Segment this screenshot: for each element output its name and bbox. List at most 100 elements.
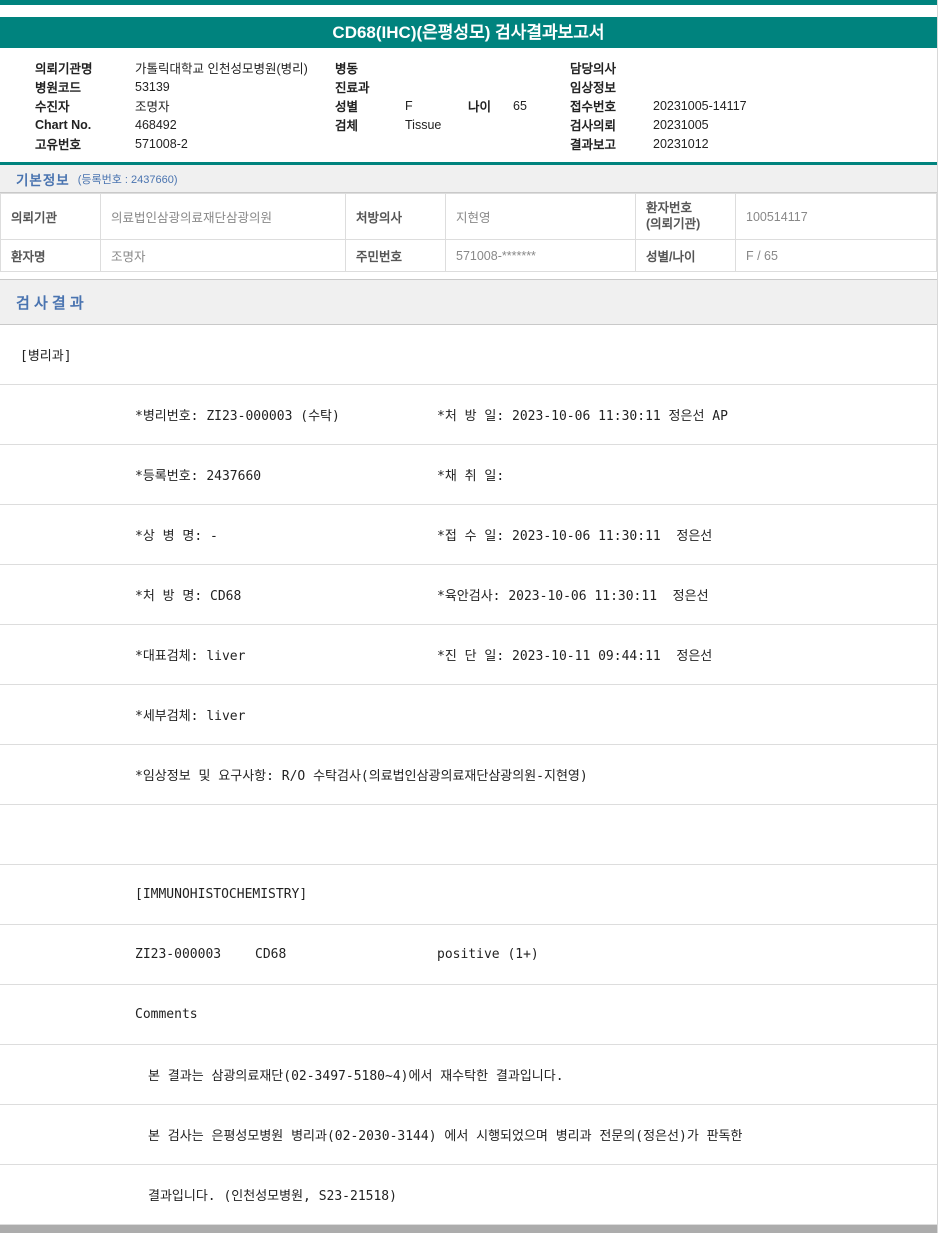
patient-header-col3: 담당의사 임상정보 접수번호 20231005-14117 검사의뢰 2023100…	[570, 58, 747, 153]
field-label: 병동	[335, 62, 359, 76]
department-row: [병리과]	[0, 325, 937, 385]
cell-label: 주민번호	[345, 239, 446, 272]
field-label: 수진자	[35, 100, 70, 114]
result-line-right: *진 단 일: 2023-10-11 09:44:11 정은선	[437, 649, 713, 664]
result-line: *상 병 명: - *접 수 일: 2023-10-06 11:30:11 정은선	[0, 505, 937, 565]
cell-value: 지현영	[445, 193, 636, 240]
results-title: 검 사 결 과	[16, 294, 84, 312]
header-field: 임상정보	[570, 77, 747, 96]
ihc-header-row: [IMMUNOHISTOCHEMISTRY]	[0, 865, 937, 925]
cell-value: 100514117	[735, 193, 937, 240]
comment-text: 결과입니다. (인천성모병원, S23-21518)	[148, 1189, 397, 1204]
field-value: 468492	[135, 117, 177, 132]
ihc-result-row: ZI23-000003 CD68 positive (1+)	[0, 925, 937, 985]
cell-label: 의뢰기관	[0, 193, 101, 240]
basic-info-title: 기본정보	[16, 172, 70, 188]
top-accent-bar	[0, 0, 937, 5]
ihc-test-name: CD68	[255, 947, 287, 962]
patient-header: 의뢰기관명 가톨릭대학교 인천성모병원(병리) 병원코드 53139 수진자 조명자 …	[0, 48, 937, 162]
field-label: 의뢰기관명	[35, 62, 93, 76]
field-label: 접수번호	[570, 100, 617, 114]
cell-label: 처방의사	[345, 193, 446, 240]
result-line: *대표검체: liver *진 단 일: 2023-10-11 09:44:11 …	[0, 625, 937, 685]
result-line-right: *처 방 일: 2023-10-06 11:30:11 정은선 AP	[437, 409, 728, 424]
cell-label: 성별/나이	[635, 239, 736, 272]
comments-label-row: Comments	[0, 985, 937, 1045]
table-row: 의뢰기관 의료법인삼광의료재단삼광의원 처방의사 지현영 환자번호 (의뢰기관)…	[0, 193, 937, 240]
result-line-left: *병리번호: ZI23-000003 (수탁)	[135, 409, 340, 424]
field-label: 고유번호	[35, 138, 82, 152]
header-field: 담당의사	[570, 58, 747, 77]
header-field: 병동	[335, 58, 527, 77]
result-line: *처 방 명: CD68 *육안검사: 2023-10-06 11:30:11 정…	[0, 565, 937, 625]
header-field: 결과보고 20231012	[570, 134, 747, 153]
field-value: 65	[513, 98, 527, 113]
field-label: 나이	[468, 100, 492, 114]
cell-label: 환자명	[0, 239, 101, 272]
field-value: 20231005	[653, 117, 709, 132]
field-label: 검사의뢰	[570, 119, 617, 133]
result-line: *병리번호: ZI23-000003 (수탁) *처 방 일: 2023-10-0…	[0, 385, 937, 445]
result-line: *임상정보 및 요구사항: R/O 수탁검사(의료법인삼광의료재단삼광의원-지현…	[0, 745, 937, 805]
results-section-header: 검 사 결 과	[0, 279, 937, 325]
cell-label: 환자번호 (의뢰기관)	[635, 193, 736, 240]
field-value: 53139	[135, 79, 170, 94]
cell-value: 의료법인삼광의료재단삼광의원	[100, 193, 346, 240]
field-label: 담당의사	[570, 62, 617, 76]
table-row: 환자명 조명자 주민번호 571008-******* 성별/나이 F / 65	[0, 239, 937, 272]
result-line-left: *대표검체: liver	[135, 649, 246, 664]
patient-header-col2: 병동 진료과 성별 F 나이 65 검체 Tissue	[335, 58, 527, 134]
field-value: 571008-2	[135, 136, 188, 151]
result-line-right: *접 수 일: 2023-10-06 11:30:11 정은선	[437, 529, 713, 544]
basic-info-table: 의뢰기관 의료법인삼광의료재단삼광의원 처방의사 지현영 환자번호 (의뢰기관)…	[0, 193, 937, 272]
result-line-left: *상 병 명: -	[135, 529, 218, 544]
result-line-right: *육안검사: 2023-10-06 11:30:11 정은선	[437, 589, 709, 604]
comment-line: 본 검사는 은평성모병원 병리과(02-2030-3144) 에서 시행되었으며…	[0, 1105, 937, 1165]
comment-text: 본 결과는 삼광의료재단(02-3497-5180~4)에서 재수탁한 결과입니…	[148, 1069, 564, 1084]
basic-info-subtitle: (등록번호 : 2437660)	[77, 173, 178, 186]
comment-line: 본 결과는 삼광의료재단(02-3497-5180~4)에서 재수탁한 결과입니…	[0, 1045, 937, 1105]
cell-value: 571008-*******	[445, 239, 636, 272]
header-field: 의뢰기관명 가톨릭대학교 인천성모병원(병리)	[35, 58, 308, 77]
empty-row	[0, 805, 937, 865]
field-label: 진료과	[335, 81, 370, 95]
result-line-left: *세부검체: liver	[135, 709, 246, 724]
field-label: 성별	[335, 100, 359, 114]
report-title: CD68(IHC)(은평성모) 검사결과보고서	[0, 17, 937, 48]
report-page: CD68(IHC)(은평성모) 검사결과보고서 의뢰기관명 가톨릭대학교 인천성모…	[0, 0, 938, 1233]
field-value: 20231005-14117	[653, 98, 747, 113]
result-line-left: *임상정보 및 요구사항: R/O 수탁검사(의료법인삼광의료재단삼광의원-지현…	[135, 769, 588, 784]
cell-value: F / 65	[735, 239, 937, 272]
header-field: 접수번호 20231005-14117	[570, 96, 747, 115]
field-value: 가톨릭대학교 인천성모병원(병리)	[135, 62, 308, 76]
patient-header-col1: 의뢰기관명 가톨릭대학교 인천성모병원(병리) 병원코드 53139 수진자 조명자 …	[35, 58, 308, 153]
cell-value: 조명자	[100, 239, 346, 272]
field-value: F	[405, 98, 413, 113]
result-line-left: *처 방 명: CD68	[135, 589, 242, 604]
comment-line: 결과입니다. (인천성모병원, S23-21518)	[0, 1165, 937, 1225]
ihc-test-result: positive (1+)	[437, 947, 539, 962]
basic-info-section-header: 기본정보 (등록번호 : 2437660)	[0, 165, 937, 193]
field-value: Tissue	[405, 117, 442, 132]
header-field: 성별 F 나이 65	[335, 96, 527, 115]
header-field: Chart No. 468492	[35, 115, 308, 134]
field-label: Chart No.	[35, 117, 92, 132]
field-value: 20231012	[653, 136, 709, 151]
header-field: 검사의뢰 20231005	[570, 115, 747, 134]
result-line-right: *채 취 일:	[437, 469, 505, 484]
field-label: 검체	[335, 119, 359, 133]
result-line-left: *등록번호: 2437660	[135, 469, 262, 484]
result-line: *등록번호: 2437660 *채 취 일:	[0, 445, 937, 505]
header-field: 병원코드 53139	[35, 77, 308, 96]
header-field: 검체 Tissue	[335, 115, 527, 134]
header-field: 진료과	[335, 77, 527, 96]
field-value: 조명자	[135, 100, 170, 114]
header-field: 수진자 조명자	[35, 96, 308, 115]
ihc-header-label: [IMMUNOHISTOCHEMISTRY]	[135, 887, 308, 902]
field-label: 병원코드	[35, 81, 82, 95]
ihc-specimen-code: ZI23-000003	[135, 947, 222, 962]
field-label: 임상정보	[570, 81, 617, 95]
footer-bar	[0, 1225, 937, 1233]
result-line: *세부검체: liver	[0, 685, 937, 745]
header-field: 고유번호 571008-2	[35, 134, 308, 153]
